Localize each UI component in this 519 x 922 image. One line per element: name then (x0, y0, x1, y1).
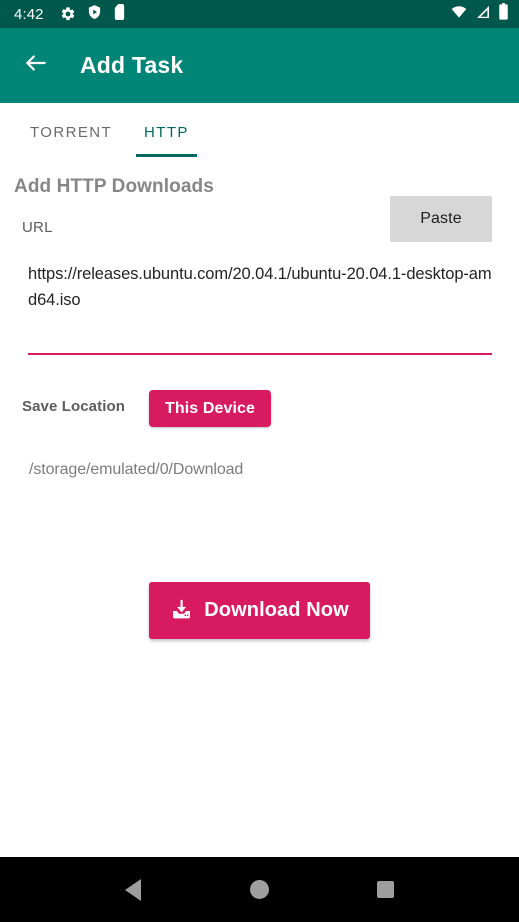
battery-icon (498, 3, 509, 25)
page-title: Add Task (80, 52, 184, 78)
nav-home-button[interactable] (235, 866, 283, 914)
status-bar-system-icons (450, 3, 509, 25)
download-now-button[interactable]: Download Now (149, 582, 370, 639)
url-label: URL (22, 219, 53, 236)
sd-card-icon (113, 3, 126, 25)
url-input-underline (28, 353, 492, 355)
recents-square-icon (377, 881, 395, 898)
back-triangle-icon (125, 878, 142, 901)
shield-play-icon (87, 4, 102, 25)
tab-torrent[interactable]: TORRENT (14, 103, 128, 161)
nav-recents-button[interactable] (362, 866, 410, 914)
main-content: Add HTTP Downloads URL Paste https://rel… (0, 161, 519, 857)
wifi-icon (450, 4, 468, 25)
download-now-label: Download Now (204, 599, 349, 621)
cellular-signal-icon (475, 4, 491, 25)
home-circle-icon (249, 880, 269, 899)
app-bar: Add Task (0, 28, 519, 103)
save-location-label: Save Location (22, 398, 125, 415)
paste-button[interactable]: Paste (390, 196, 492, 242)
phone-screen: 4:42 Add Task TORRENT HTTP Add HTTP Down… (0, 0, 519, 922)
status-bar-notification-icons (60, 3, 126, 25)
arrow-left-icon (23, 50, 49, 81)
this-device-button[interactable]: This Device (149, 390, 272, 427)
save-location-path: /storage/emulated/0/Download (29, 461, 244, 478)
url-input[interactable]: https://releases.ubuntu.com/20.04.1/ubun… (28, 261, 492, 351)
nav-back-button[interactable] (109, 866, 157, 914)
gear-icon (60, 6, 76, 22)
android-nav-bar (0, 857, 519, 922)
tab-torrent-label: TORRENT (30, 123, 113, 141)
status-bar-clock: 4:42 (14, 5, 44, 23)
tab-bar: TORRENT HTTP (0, 103, 519, 161)
back-button[interactable] (18, 48, 54, 84)
section-title: Add HTTP Downloads (14, 176, 214, 197)
url-input-value: https://releases.ubuntu.com/20.04.1/ubun… (28, 265, 492, 309)
tab-http[interactable]: HTTP (128, 103, 205, 161)
tab-http-label: HTTP (144, 123, 189, 141)
download-icon (170, 598, 193, 624)
status-bar: 4:42 (0, 0, 519, 28)
